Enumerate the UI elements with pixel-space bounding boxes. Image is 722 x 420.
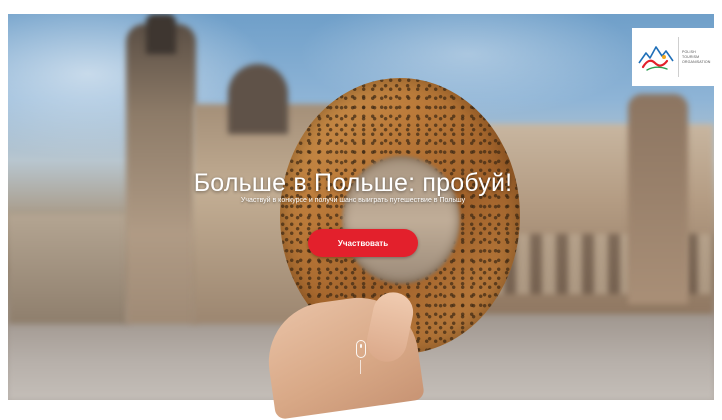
background-building-left	[8, 214, 128, 324]
logo-divider	[678, 37, 679, 77]
polish-tourism-logo[interactable]: POLISH TOURISM ORGANISATION	[632, 28, 714, 86]
town-hall-tower-top	[146, 14, 176, 54]
hero-subline: Участвуй в конкурсе и получи шанс выигра…	[240, 197, 466, 204]
background-church-dome	[228, 64, 288, 134]
logo-line-3: ORGANISATION	[682, 59, 711, 64]
hero-headline: Больше в Польше: пробуй!	[193, 168, 513, 197]
participate-button[interactable]: Участвовать	[308, 229, 418, 257]
scroll-down-icon[interactable]	[356, 340, 366, 358]
scroll-indicator-line	[360, 360, 361, 374]
poland-logo-mark-icon	[637, 37, 675, 77]
logo-text: POLISH TOURISM ORGANISATION	[682, 50, 711, 65]
